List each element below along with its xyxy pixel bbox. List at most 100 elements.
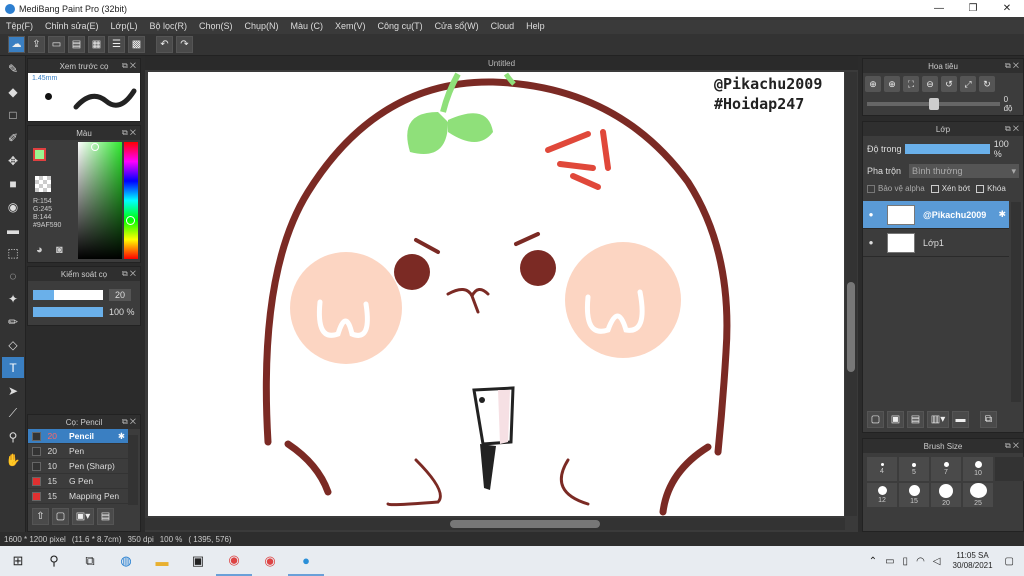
- menu-window[interactable]: Cửa sổ(W): [435, 21, 479, 31]
- fill-rect-tool-icon[interactable]: ■: [2, 173, 24, 194]
- brush-size-option[interactable]: 10: [963, 457, 993, 481]
- search-icon[interactable]: ⚲: [36, 546, 72, 576]
- lock-checkbox[interactable]: [976, 184, 985, 193]
- zoom-in-icon[interactable]: ⊕: [865, 76, 881, 92]
- canvas-horizontal-scrollbar[interactable]: [145, 518, 845, 530]
- hue-cursor[interactable]: [126, 216, 135, 225]
- add-brush-icon[interactable]: ⇧: [32, 508, 49, 525]
- brush-tool-icon[interactable]: ✎: [2, 58, 24, 79]
- battery-icon[interactable]: ▯: [903, 556, 909, 567]
- magic-wand-tool-icon[interactable]: ✦: [2, 288, 24, 309]
- shape-tool-icon[interactable]: □: [2, 104, 24, 125]
- rotation-thumb[interactable]: [929, 98, 939, 110]
- medibang-icon[interactable]: ●: [288, 546, 324, 576]
- eraser-tool-icon[interactable]: ◆: [2, 81, 24, 102]
- palette-icon[interactable]: ◕: [36, 244, 43, 256]
- new-brush-icon[interactable]: ▢: [52, 508, 69, 525]
- gear-icon[interactable]: ✱: [118, 431, 125, 442]
- protect-alpha-checkbox[interactable]: [867, 184, 875, 193]
- brush-size-option[interactable]: 7: [931, 457, 961, 481]
- clock[interactable]: 11:05 SA 30/08/2021: [953, 551, 993, 571]
- color-settings-icon[interactable]: ◙: [56, 244, 63, 256]
- panel-close-icon[interactable]: ⧉ ✕: [1005, 61, 1019, 71]
- saturation-value-picker[interactable]: [78, 142, 122, 259]
- layer-opacity-slider[interactable]: [904, 144, 990, 154]
- gradient-tool-icon[interactable]: ▬: [2, 219, 24, 240]
- select-pen-tool-icon[interactable]: ✏: [2, 311, 24, 332]
- canvas-tab[interactable]: Untitled: [145, 56, 858, 70]
- windows-start-icon[interactable]: ⊞: [0, 546, 36, 576]
- primary-color-swatch[interactable]: [33, 148, 46, 161]
- new-layer-icon[interactable]: ▢: [867, 411, 884, 428]
- menu-select[interactable]: Chọn(S): [199, 21, 233, 31]
- text-tool-icon[interactable]: T: [2, 357, 24, 378]
- vertical-scroll-thumb[interactable]: [847, 282, 855, 372]
- menu-cloud[interactable]: Cloud: [491, 21, 515, 31]
- eyedropper-tool-icon[interactable]: ⚲: [2, 426, 24, 447]
- fit-icon[interactable]: ⛶: [903, 76, 919, 92]
- panel-close-icon[interactable]: ⧉ ✕: [122, 417, 136, 427]
- drawing-canvas[interactable]: @Pikachu2009 #Hoidap247: [148, 72, 844, 516]
- brush-size-option[interactable]: 25: [963, 483, 993, 507]
- new-8bit-layer-icon[interactable]: ▤: [907, 411, 924, 428]
- menu-help[interactable]: Help: [526, 21, 545, 31]
- brush-size-option[interactable]: 12: [867, 483, 897, 507]
- select-eraser-tool-icon[interactable]: ◇: [2, 334, 24, 355]
- chrome-icon[interactable]: ◉: [216, 546, 252, 576]
- brush-settings-icon[interactable]: ▤: [97, 508, 114, 525]
- layer-list-scrollbar[interactable]: [1011, 202, 1021, 402]
- clipping-checkbox[interactable]: [930, 184, 939, 193]
- rotate-left-icon[interactable]: ↺: [941, 76, 957, 92]
- menu-filter[interactable]: Bộ lọc(R): [149, 21, 187, 31]
- task-view-icon[interactable]: ⧉: [72, 546, 108, 576]
- redo-icon[interactable]: ↷: [176, 36, 193, 53]
- duplicate-layer-icon[interactable]: ⧉: [980, 411, 997, 428]
- rotation-slider[interactable]: [867, 98, 1000, 110]
- menu-snap[interactable]: Chụp(N): [245, 21, 279, 31]
- undo-icon[interactable]: ↶: [156, 36, 173, 53]
- layer-item[interactable]: ● @Pikachu2009 ✱: [863, 201, 1009, 229]
- menu-layer[interactable]: Lớp(L): [111, 21, 138, 31]
- layer-item[interactable]: ● Lớp1: [863, 229, 1009, 257]
- divide-tool-icon[interactable]: ⟋: [2, 403, 24, 424]
- folder-icon[interactable]: ▬: [952, 411, 969, 428]
- brush-size-scrollbar[interactable]: [995, 457, 1024, 481]
- menu-color[interactable]: Màu (C): [291, 21, 324, 31]
- close-button[interactable]: ✕: [990, 3, 1024, 14]
- brush-list-scrollbar[interactable]: [128, 435, 138, 505]
- notification-icon[interactable]: ▢: [1005, 556, 1014, 567]
- wifi-icon[interactable]: ◠: [916, 556, 925, 567]
- menu-file[interactable]: Tệp(F): [6, 21, 33, 31]
- sv-cursor[interactable]: [91, 143, 99, 151]
- share-icon[interactable]: ⇪: [28, 36, 45, 53]
- select-rect-tool-icon[interactable]: ⬚: [2, 242, 24, 263]
- visibility-icon[interactable]: ●: [863, 238, 879, 247]
- brush-size-option[interactable]: 20: [931, 483, 961, 507]
- menu-view[interactable]: Xem(V): [335, 21, 366, 31]
- rotate-right-icon[interactable]: ↻: [979, 76, 995, 92]
- bucket-tool-icon[interactable]: ◉: [2, 196, 24, 217]
- hand-tool-icon[interactable]: ✋: [2, 449, 24, 470]
- volume-icon[interactable]: ◁: [933, 556, 941, 567]
- move-tool-icon[interactable]: ✥: [2, 150, 24, 171]
- menu-tools[interactable]: Công cụ(T): [378, 21, 423, 31]
- brush-item-g-pen[interactable]: 15 G Pen: [28, 474, 128, 489]
- layer-menu-icon[interactable]: ▥▾: [927, 411, 949, 428]
- list-icon[interactable]: ☰: [108, 36, 125, 53]
- page-icon[interactable]: ▦: [88, 36, 105, 53]
- zoom-out-icon[interactable]: ⊖: [922, 76, 938, 92]
- canvas-vertical-scrollbar[interactable]: [845, 72, 857, 516]
- panel-close-icon[interactable]: ⧉ ✕: [122, 61, 136, 71]
- zoom-in-alt-icon[interactable]: ⊕: [884, 76, 900, 92]
- brush-opacity-slider[interactable]: [33, 307, 103, 317]
- operation-tool-icon[interactable]: ➤: [2, 380, 24, 401]
- minimize-button[interactable]: —: [922, 3, 956, 14]
- blend-mode-select[interactable]: Bình thường ▾: [909, 164, 1019, 178]
- panel-close-icon[interactable]: ⧉ ✕: [1005, 124, 1019, 134]
- horizontal-scroll-thumb[interactable]: [450, 520, 600, 528]
- brush-item-pencil[interactable]: 20 Pencil ✱: [28, 429, 128, 444]
- gear-icon[interactable]: ✱: [998, 209, 1006, 220]
- panel-close-icon[interactable]: ⧉ ✕: [122, 128, 136, 138]
- store-icon[interactable]: ▣: [180, 546, 216, 576]
- brush-item-pen-sharp[interactable]: 10 Pen (Sharp): [28, 459, 128, 474]
